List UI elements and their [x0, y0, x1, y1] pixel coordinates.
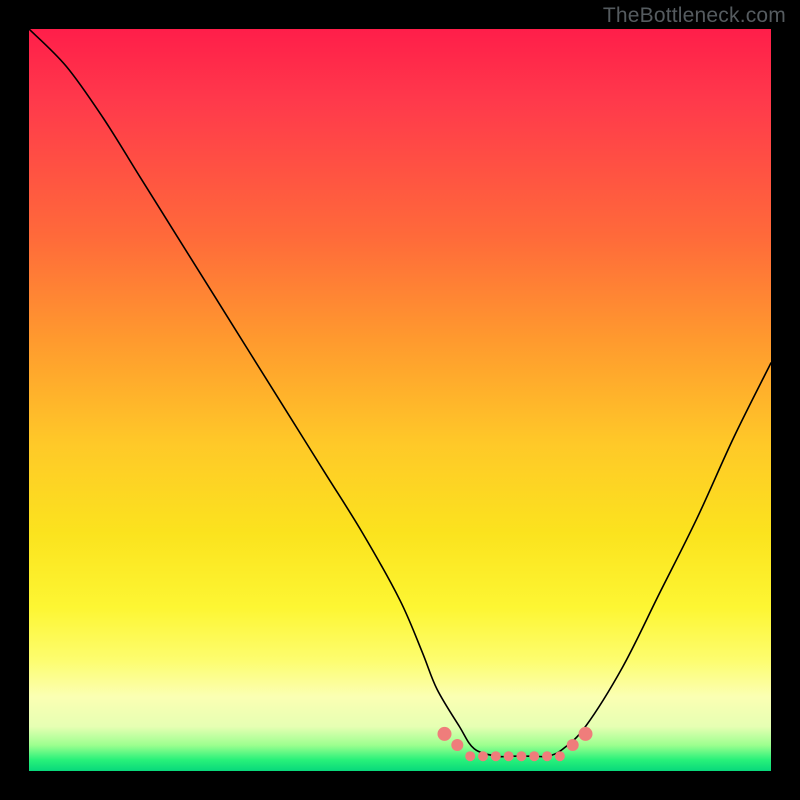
- watermark-text: TheBottleneck.com: [603, 4, 786, 28]
- highlight-dot: [438, 727, 452, 741]
- highlight-dot: [579, 727, 593, 741]
- highlight-dot: [555, 751, 565, 761]
- highlight-dot: [465, 751, 475, 761]
- plot-area: [29, 29, 771, 771]
- highlight-dot: [451, 739, 463, 751]
- highlight-dot: [491, 751, 501, 761]
- bottleneck-curve-svg: [29, 29, 771, 771]
- highlight-dot: [567, 739, 579, 751]
- bottleneck-curve-line: [29, 29, 771, 757]
- chart-frame: TheBottleneck.com: [0, 0, 800, 800]
- highlight-dot: [478, 751, 488, 761]
- highlight-dot: [529, 751, 539, 761]
- highlight-dot: [542, 751, 552, 761]
- highlight-dot: [504, 751, 514, 761]
- highlight-dot: [516, 751, 526, 761]
